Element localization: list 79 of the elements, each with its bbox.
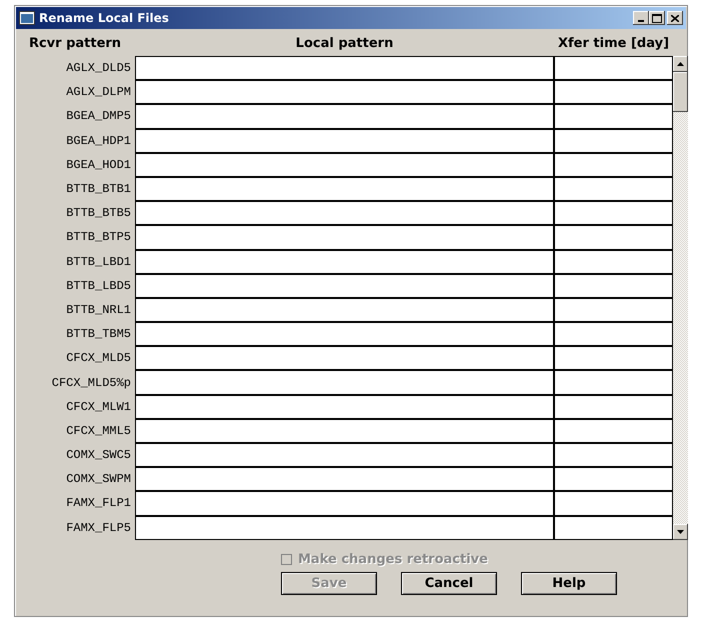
local-pattern-field[interactable] xyxy=(135,346,554,370)
pattern-label: BTTB_TBM5 xyxy=(65,327,132,342)
maximize-icon xyxy=(652,14,662,22)
xfer-time-field[interactable] xyxy=(554,418,673,443)
xfer-time-field[interactable] xyxy=(554,128,673,153)
pattern-label: BTTB_BTP5 xyxy=(65,230,132,244)
pattern-label: COMX_SWPM xyxy=(65,472,132,486)
local-pattern-field[interactable] xyxy=(135,274,554,298)
local-pattern-field[interactable] xyxy=(135,104,554,129)
local-pattern-field[interactable] xyxy=(135,56,554,80)
local-pattern-field[interactable] xyxy=(135,418,554,443)
close-icon xyxy=(671,14,679,22)
xfer-time-field[interactable] xyxy=(554,491,673,516)
pattern-label: BGEA_HDP1 xyxy=(65,134,132,148)
xfer-time-field[interactable] xyxy=(554,225,673,250)
pattern-label: BGEA_HOD1 xyxy=(65,158,132,172)
pattern-label: COMX_SWC5 xyxy=(65,448,132,462)
checkbox-label: Make changes retroactive xyxy=(298,552,488,567)
local-pattern-field[interactable] xyxy=(135,491,554,516)
xfer-time-field[interactable] xyxy=(554,274,673,298)
xfer-time-field[interactable] xyxy=(554,80,673,104)
xfer-time-field[interactable] xyxy=(554,298,673,322)
xfer-time-field[interactable] xyxy=(554,201,673,226)
local-pattern-field[interactable] xyxy=(135,80,554,104)
local-pattern-field[interactable] xyxy=(135,176,554,202)
window-icon xyxy=(19,11,35,25)
scroll-down-button[interactable] xyxy=(673,524,688,540)
dialog-button[interactable]: Help xyxy=(521,572,617,595)
xfer-time-field[interactable] xyxy=(554,56,673,80)
minimize-button[interactable] xyxy=(633,11,649,25)
pattern-label: CFCX_MLD5%p xyxy=(50,376,132,390)
local-pattern-field[interactable] xyxy=(135,128,554,153)
local-pattern-field[interactable] xyxy=(135,201,554,226)
pattern-label: BTTB_NRL1 xyxy=(65,302,132,317)
xfer-time-field[interactable] xyxy=(554,443,673,468)
pattern-label: BTTB_LBD5 xyxy=(65,278,132,293)
close-button[interactable] xyxy=(667,11,683,25)
xfer-time-field[interactable] xyxy=(554,467,673,492)
scroll-up-button[interactable] xyxy=(673,56,688,72)
pattern-label: BTTB_BTB5 xyxy=(65,206,132,220)
xfer-time-field[interactable] xyxy=(554,176,673,202)
down-arrow-icon xyxy=(677,530,684,534)
xfer-time-field[interactable] xyxy=(554,250,673,274)
local-pattern-field[interactable] xyxy=(135,298,554,322)
pattern-label: BTTB_LBD1 xyxy=(65,254,132,269)
column-header: Xfer time [day] xyxy=(556,36,670,50)
pattern-label: CFCX_MLD5 xyxy=(65,351,132,366)
pattern-label: AGLX_DLD5 xyxy=(65,61,132,76)
xfer-time-field[interactable] xyxy=(554,394,673,419)
local-pattern-field[interactable] xyxy=(135,394,554,419)
up-arrow-icon xyxy=(677,62,684,66)
local-pattern-field[interactable] xyxy=(135,322,554,346)
local-pattern-field[interactable] xyxy=(135,443,554,468)
xfer-time-field[interactable] xyxy=(554,322,673,346)
column-header: Rcvr pattern xyxy=(28,36,122,50)
window-title: Rename Local Files xyxy=(39,11,170,25)
scrollbar[interactable] xyxy=(673,56,688,540)
scroll-thumb[interactable] xyxy=(673,72,688,112)
pattern-label: CFCX_MML5 xyxy=(65,424,132,438)
local-pattern-field[interactable] xyxy=(135,152,554,177)
maximize-button[interactable] xyxy=(649,11,665,25)
pattern-label: FAMX_FLP5 xyxy=(65,520,132,535)
local-pattern-field[interactable] xyxy=(135,516,554,540)
local-pattern-field[interactable] xyxy=(135,225,554,250)
dialog-button[interactable]: Cancel xyxy=(401,572,497,595)
pattern-label: CFCX_MLW1 xyxy=(65,400,132,414)
pattern-label: BGEA_DMP5 xyxy=(65,109,132,124)
xfer-time-field[interactable] xyxy=(554,104,673,129)
local-pattern-field[interactable] xyxy=(135,467,554,492)
column-header: Local pattern xyxy=(294,36,394,50)
xfer-time-field[interactable] xyxy=(554,370,673,395)
local-pattern-field[interactable] xyxy=(135,370,554,395)
pattern-label: FAMX_FLP1 xyxy=(65,496,132,510)
pattern-label: BTTB_BTB1 xyxy=(65,182,132,196)
xfer-time-field[interactable] xyxy=(554,346,673,370)
xfer-time-field[interactable] xyxy=(554,152,673,177)
xfer-time-field[interactable] xyxy=(554,516,673,540)
local-pattern-field[interactable] xyxy=(135,250,554,274)
pattern-label: AGLX_DLPM xyxy=(65,85,132,100)
